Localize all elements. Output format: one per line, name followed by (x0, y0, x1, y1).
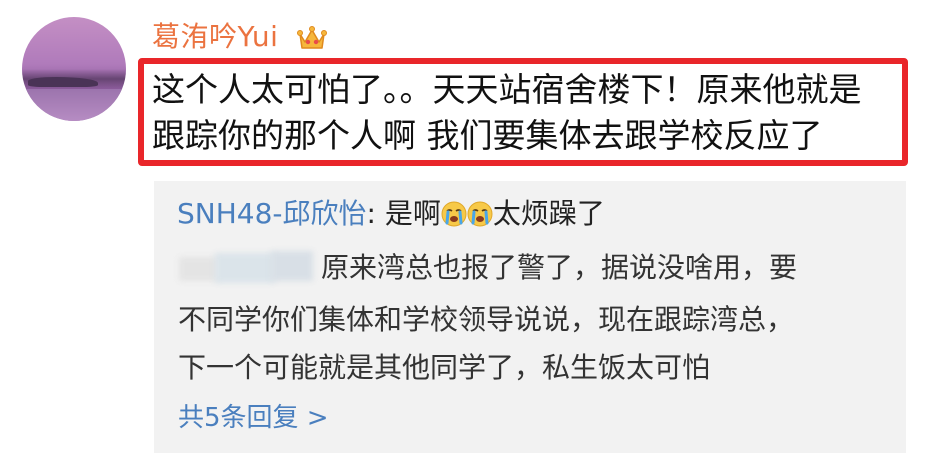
comment-text-line: 这个人太可怕了。。天天站宿舍楼下！原来他就是 (152, 70, 862, 109)
reply-item[interactable]: SNH48-邱欣怡: 是啊 太烦躁了 (177, 196, 605, 232)
blur-block (179, 257, 219, 281)
blur-block (215, 253, 275, 283)
more-replies-link[interactable]: 共5条回复 > (178, 401, 329, 435)
crying-face-icon (467, 201, 493, 227)
reply-text: 太烦躁了 (492, 197, 605, 230)
sub-reply-text-line: 下一个可能就是其他同学了，私生饭太可怕 (178, 351, 711, 384)
reply-separator: : (366, 197, 385, 230)
reply-author[interactable]: SNH48-邱欣怡 (177, 197, 367, 230)
blur-block (271, 251, 313, 281)
avatar-water (22, 89, 126, 121)
comment-username[interactable]: 葛洧吟Yui (152, 20, 278, 54)
sub-reply-text-line: 不同学你们集体和学校领导说说，现在跟踪湾总， (178, 303, 795, 336)
reply-text: 是啊 (384, 197, 441, 230)
sub-reply-text-line: 原来湾总也报了警了，据说没啥用，要 (321, 251, 798, 284)
blurred-username (179, 249, 313, 287)
crown-icon (297, 26, 327, 49)
crying-face-icon (441, 201, 467, 227)
comment-text-line: 跟踪你的那个人啊 我们要集体去跟学校反应了 (152, 116, 823, 155)
user-avatar[interactable] (22, 17, 126, 121)
avatar-island (28, 77, 98, 87)
